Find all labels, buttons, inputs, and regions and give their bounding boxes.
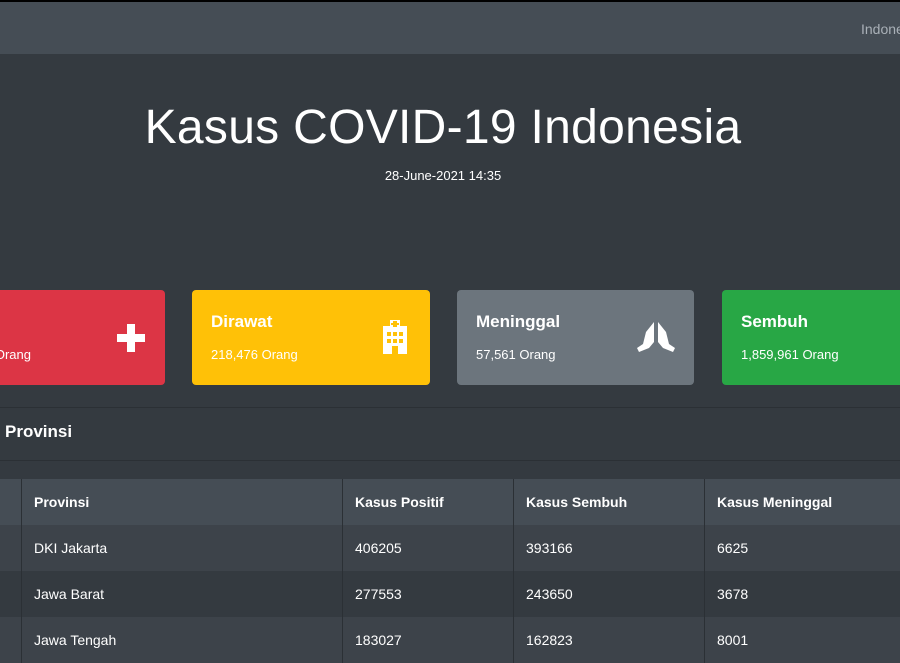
page-title: Kasus COVID-19 Indonesia bbox=[144, 101, 742, 154]
table-header-provinsi[interactable]: Provinsi bbox=[21, 479, 342, 525]
praying-hands-icon bbox=[635, 320, 677, 360]
card-meninggal-value: 57,561 Orang bbox=[476, 347, 556, 362]
card-meninggal-title: Meninggal bbox=[476, 312, 561, 331]
table-cell-sembuh: 162823 bbox=[513, 617, 704, 663]
table-cell-provinsi: Jawa Tengah bbox=[21, 617, 342, 663]
card-sembuh-title: Sembuh bbox=[741, 312, 809, 331]
card-dirawat: Dirawat 218,476 Orang bbox=[192, 290, 430, 385]
table-cell-index bbox=[0, 617, 21, 663]
card-positive-value: 8 Orang bbox=[0, 347, 31, 362]
table-row: DKI Jakarta 406205 393166 6625 bbox=[0, 525, 900, 571]
table-cell-meninggal: 6625 bbox=[704, 525, 900, 571]
plus-icon bbox=[110, 318, 152, 358]
table-header-positif[interactable]: Kasus Positif bbox=[342, 479, 513, 525]
nav-link-indonesia[interactable]: Indonesia bbox=[861, 21, 900, 37]
card-positive: 8 Orang bbox=[0, 290, 165, 385]
card-sembuh-value: 1,859,961 Orang bbox=[741, 347, 839, 362]
table-cell-index bbox=[0, 571, 21, 617]
table-row: Jawa Tengah 183027 162823 8001 bbox=[0, 617, 900, 663]
card-meninggal: Meninggal 57,561 Orang bbox=[457, 290, 694, 385]
table-header-sembuh[interactable]: Kasus Sembuh bbox=[513, 479, 704, 525]
table-cell-positif: 406205 bbox=[342, 525, 513, 571]
section-title: Provinsi bbox=[5, 422, 73, 441]
table-header-row: Provinsi Kasus Positif Kasus Sembuh Kasu… bbox=[0, 479, 900, 525]
table-row: Jawa Barat 277553 243650 3678 bbox=[0, 571, 900, 617]
table-cell-meninggal: 8001 bbox=[704, 617, 900, 663]
table-cell-sembuh: 393166 bbox=[513, 525, 704, 571]
card-dirawat-value: 218,476 Orang bbox=[211, 347, 298, 362]
table-header-meninggal[interactable]: Kasus Meninggal bbox=[704, 479, 900, 525]
section-header: Provinsi bbox=[0, 407, 900, 461]
table-cell-positif: 277553 bbox=[342, 571, 513, 617]
navbar: Indonesia bbox=[0, 2, 900, 54]
hospital-icon bbox=[380, 320, 422, 360]
card-sembuh: Sembuh 1,859,961 Orang bbox=[722, 290, 900, 385]
table-cell-provinsi: Jawa Barat bbox=[21, 571, 342, 617]
table-cell-positif: 183027 bbox=[342, 617, 513, 663]
table-cell-meninggal: 3678 bbox=[704, 571, 900, 617]
table-cell-index bbox=[0, 525, 21, 571]
table-cell-sembuh: 243650 bbox=[513, 571, 704, 617]
card-dirawat-title: Dirawat bbox=[211, 312, 273, 331]
table-header-index bbox=[0, 479, 21, 525]
last-updated: 28-June-2021 14:35 bbox=[384, 168, 502, 183]
table-cell-provinsi: DKI Jakarta bbox=[21, 525, 342, 571]
